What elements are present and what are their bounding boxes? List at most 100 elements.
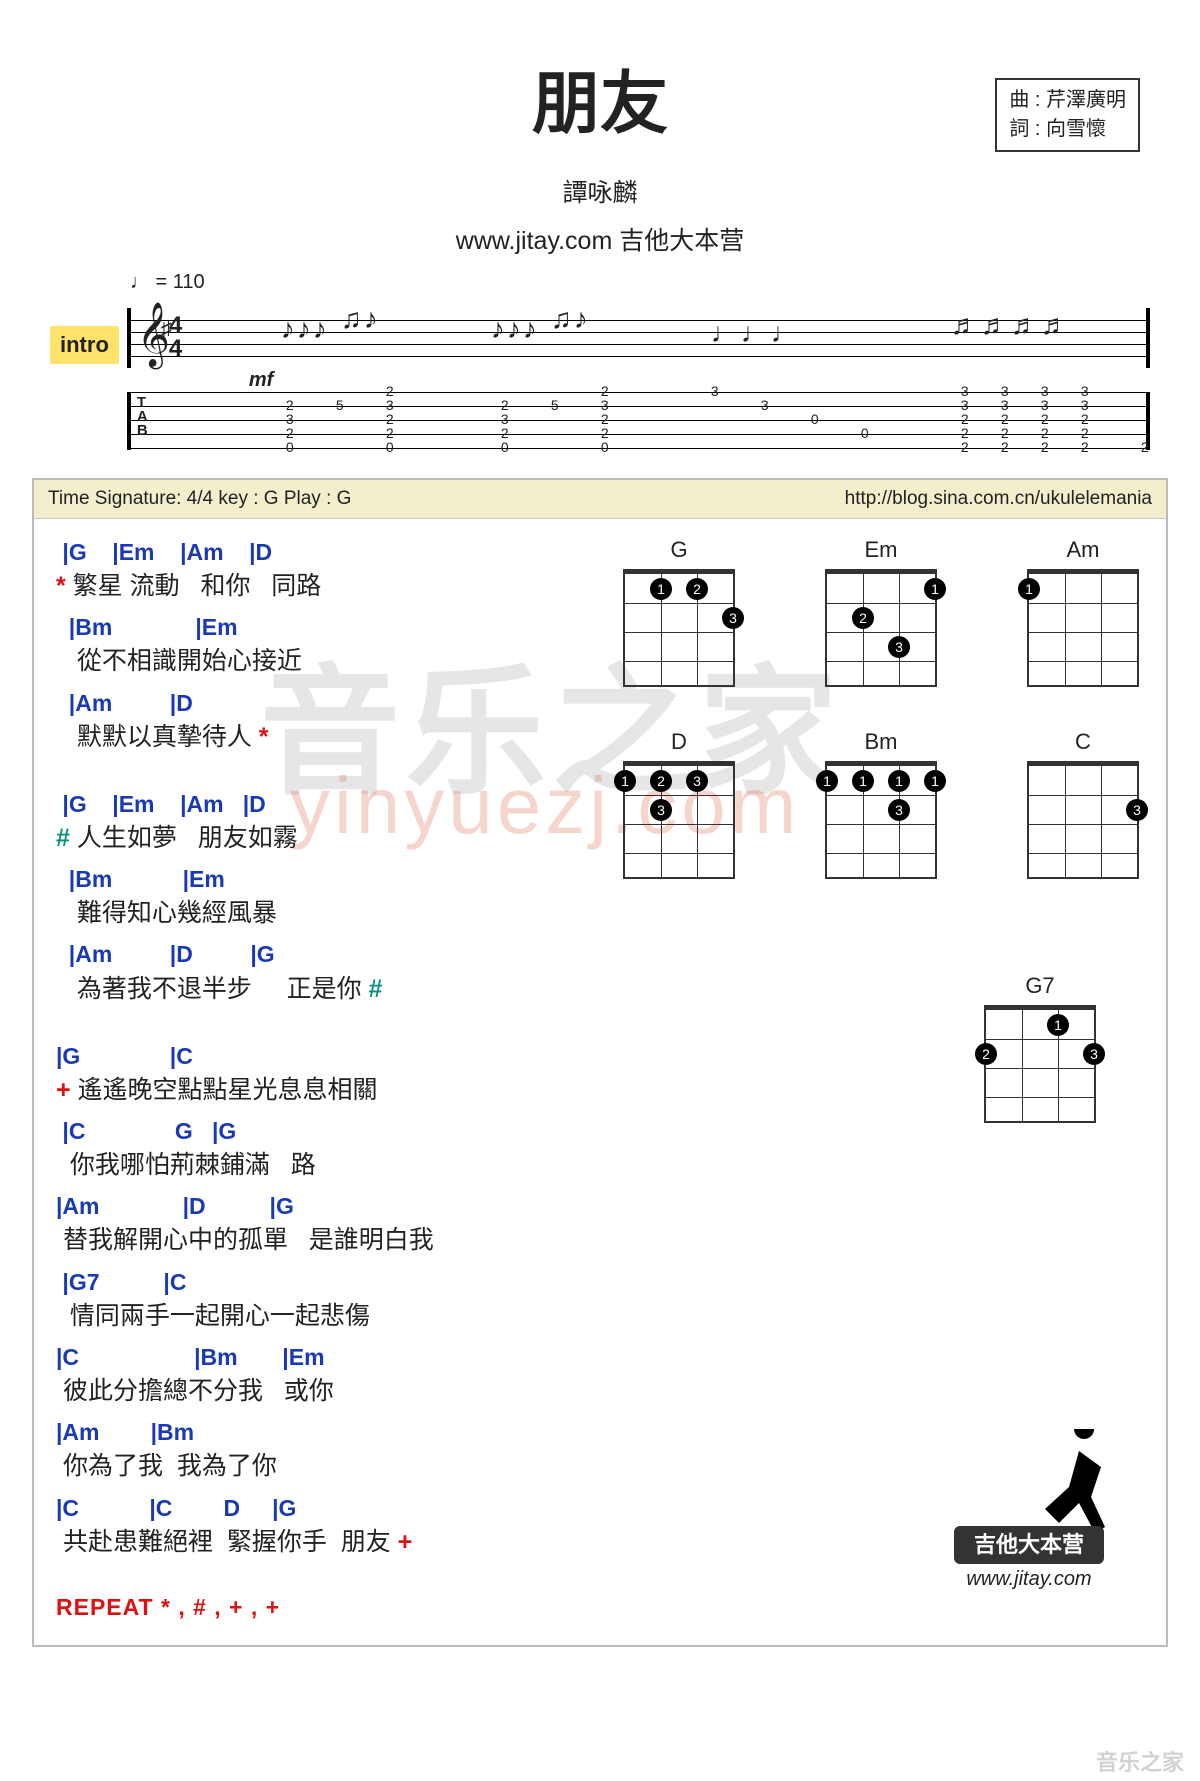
repeat-instruction: REPEAT * , # , + , + [56, 1594, 576, 1621]
fretboard: 3 [1027, 761, 1139, 879]
finger-dot: 2 [686, 578, 708, 600]
note-group: ♩♩♩ [711, 326, 799, 340]
chord-line: |G |C [56, 1041, 576, 1072]
time-signature: 4 4 [169, 314, 182, 361]
song-title: 朋友 [60, 48, 1140, 147]
chord-line: |Am |Bm [56, 1417, 576, 1448]
tab-column: 33222 [1001, 384, 1009, 454]
chord-name: G7 [984, 973, 1096, 999]
chord-line: |Am |D |G [56, 1191, 576, 1222]
lyric-line: 難得知心幾經風暴 [56, 895, 576, 931]
lyric-line: 為著我不退半步 正是你 # [56, 971, 576, 1007]
finger-dot: 1 [1047, 1014, 1069, 1036]
tab-column: 0 [861, 384, 869, 454]
fretboard: 123 [984, 1005, 1096, 1123]
lyric-line: 你我哪怕荊棘鋪滿 路 [56, 1147, 576, 1183]
chord-name: D [604, 729, 754, 755]
chord-diagrams-column: G123Em123Am1D1233Bm11113C3 G7123 吉他大本营 w… [576, 537, 1158, 1621]
dynamic-mf: mf [249, 369, 273, 392]
tab-column: 0 [811, 384, 819, 454]
chord-line: |Am |D |G [56, 939, 576, 970]
chord-name: C [1008, 729, 1158, 755]
chord-line: |C |C D |G [56, 1493, 576, 1524]
meta-right: http://blog.sina.com.cn/ukulelemania [845, 488, 1152, 510]
intro-label: intro [50, 326, 119, 364]
fretboard: 123 [825, 569, 937, 687]
tab-column: 3 [761, 384, 769, 454]
section: |G |C+ 遙遙晚空點點星光息息相關 |C G |G 你我哪怕荊棘鋪滿 路 |A… [56, 1041, 576, 1560]
finger-dot: 1 [924, 770, 946, 792]
footer-site: www.jitay.com [954, 1568, 1104, 1591]
composer: 芹澤廣明 [1046, 89, 1126, 111]
finger-dot: 1 [852, 770, 874, 792]
artist-name: 譚咏麟 [60, 173, 1140, 209]
finger-dot: 3 [686, 770, 708, 792]
finger-dot: 1 [650, 578, 672, 600]
fretboard: 123 [623, 569, 735, 687]
lyricist: 向雪懷 [1046, 118, 1106, 140]
tab-column: 23220 [601, 384, 609, 454]
footer-logo: 吉他大本营 www.jitay.com [954, 1526, 1104, 1591]
chord-diagram-Em: Em 123 [806, 537, 956, 687]
finger-dot: 1 [816, 770, 838, 792]
finger-dot: 3 [1083, 1043, 1105, 1065]
header: 朋友 曲 : 芹澤廣明 詞 : 向雪懷 譚咏麟 www.jitay.com 吉他… [0, 0, 1200, 308]
tab-column: 33222 [961, 384, 969, 454]
intro-block: intro 𝄞 ♯ 4 4 ♪♪♪ ♫♪ ♪♪♪ ♫♪ ♩♩♩ ♬♬♬♬ mf … [50, 308, 1150, 450]
tab-column: 33222 [1081, 384, 1089, 454]
chord-diagram-Am: Am1 [1008, 537, 1158, 687]
section-end-marker: + [391, 1528, 413, 1556]
chord-line: |C G |G [56, 1116, 576, 1147]
lyrics-column: |G |Em |Am |D* 繁星 流動 和你 同路 |Bm |Em 從不相識開… [56, 537, 576, 1621]
tab-column: 2320 [286, 384, 294, 454]
finger-dot: 3 [650, 799, 672, 821]
chord-line: |Bm |Em [56, 612, 576, 643]
fretboard: 11113 [825, 761, 937, 879]
source-site: www.jitay.com 吉他大本营 [60, 221, 1140, 257]
lyricist-label: 詞 [1009, 118, 1029, 140]
note-group: ♪♪♪ [491, 322, 537, 336]
note-chord-group: ♬♬♬♬ [951, 318, 1069, 332]
chord-line: |G |Em |Am |D [56, 789, 576, 820]
lyric-line: + 遙遙晚空點點星光息息相關 [56, 1072, 576, 1108]
tab-column: 5 [551, 384, 559, 454]
finger-dot: 3 [888, 636, 910, 658]
tab-column: 23220 [386, 384, 394, 454]
tab-column: 2320 [501, 384, 509, 454]
finger-dot: 1 [1018, 578, 1040, 600]
tempo-marking: ♩ = 110 [130, 271, 1140, 294]
section-end-marker: # [362, 975, 383, 1003]
chord-diagram-Bm: Bm 11113 [806, 729, 956, 879]
credits-box: 曲 : 芹澤廣明 詞 : 向雪懷 [995, 78, 1140, 152]
tab-staff: T A B 2320 5 23220 2320 5 232203 3 0 0 3… [127, 392, 1150, 450]
note-group: ♪♪♪ [281, 322, 327, 336]
tab-column: 3 [711, 384, 719, 454]
finger-dot: 1 [924, 578, 946, 600]
lyric-line: 默默以真摯待人 * [56, 719, 576, 755]
fretboard: 1 [1027, 569, 1139, 687]
lyric-line: * 繁星 流動 和你 同路 [56, 568, 576, 604]
section: |G |Em |Am |D* 繁星 流動 和你 同路 |Bm |Em 從不相識開… [56, 537, 576, 755]
tab-column: 2 [1141, 384, 1149, 454]
chord-diagram-G7: G7 123 [984, 973, 1096, 1123]
chord-line: |Am |D [56, 688, 576, 719]
chord-name: Bm [806, 729, 956, 755]
note-group: ♫♪ [551, 312, 588, 326]
chord-chart: Time Signature: 4/4 key : G Play : G htt… [32, 478, 1168, 1647]
composer-label: 曲 [1009, 89, 1029, 111]
tab-column: 5 [336, 384, 344, 454]
tab-label: T A B [137, 396, 148, 438]
finger-dot: 3 [1126, 799, 1148, 821]
chord-name: Em [806, 537, 956, 563]
tab-column: 33222 [1041, 384, 1049, 454]
section-end-marker: * [252, 723, 269, 751]
section: |G |Em |Am |D# 人生如夢 朋友如霧 |Bm |Em 難得知心幾經風… [56, 789, 576, 1007]
section-marker: # [56, 824, 70, 852]
lyric-line: 替我解開心中的孤單 是誰明白我 [56, 1222, 576, 1258]
chord-diagram-D: D1233 [604, 729, 754, 879]
time-sig-bottom: 4 [169, 337, 182, 360]
chord-line: |Bm |Em [56, 864, 576, 895]
finger-dot: 3 [888, 799, 910, 821]
lyric-line: # 人生如夢 朋友如霧 [56, 820, 576, 856]
chord-name: G [604, 537, 754, 563]
